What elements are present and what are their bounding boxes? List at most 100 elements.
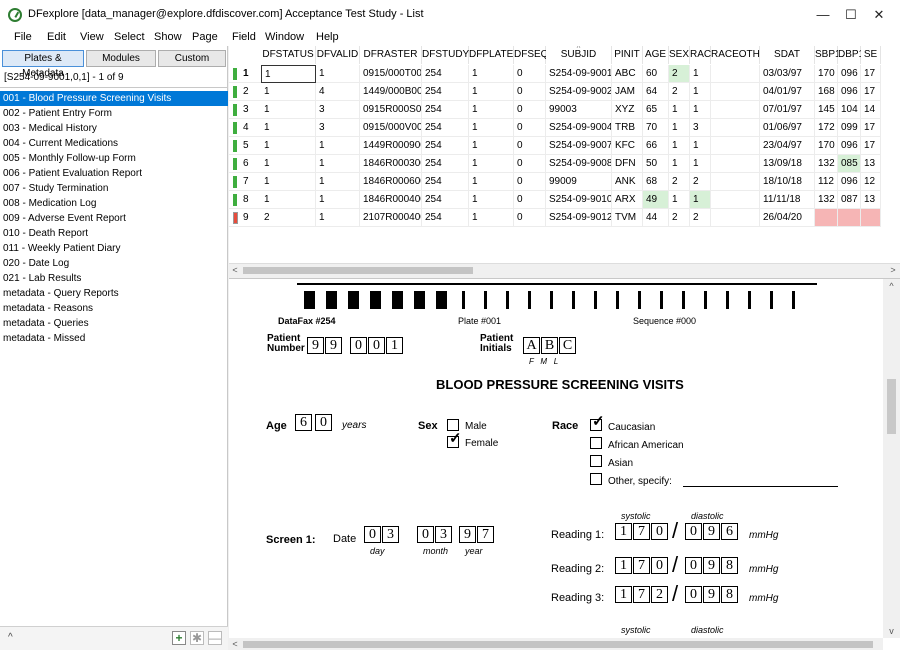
table-cell[interactable]: 01/06/97 (760, 119, 815, 137)
table-cell[interactable]: 17 (861, 137, 881, 155)
table-cell[interactable]: 1 (469, 173, 514, 191)
table-cell[interactable]: 1 (669, 191, 690, 209)
row-header[interactable]: 7 (229, 173, 261, 191)
table-cell[interactable]: 1 (690, 191, 711, 209)
table-cell[interactable] (711, 155, 760, 173)
date-digit[interactable]: 3 (382, 526, 399, 543)
menu-page[interactable]: Page (192, 31, 218, 43)
table-cell[interactable]: 1 (469, 137, 514, 155)
table-cell[interactable]: S254-09-9001 (546, 65, 612, 83)
table-cell[interactable]: 0 (514, 101, 546, 119)
column-header[interactable]: SEX (669, 46, 690, 64)
patient-initial-box[interactable]: A (523, 337, 540, 354)
close-button[interactable]: ✕ (858, 0, 900, 30)
sidebar-item[interactable]: metadata - Missed (0, 331, 228, 346)
table-cell[interactable] (711, 65, 760, 83)
age-digit[interactable]: 6 (295, 414, 312, 431)
table-cell[interactable]: 087 (838, 191, 861, 209)
table-cell[interactable]: 096 (838, 137, 861, 155)
table-cell[interactable]: 172 (815, 119, 838, 137)
table-cell[interactable]: 1 (469, 119, 514, 137)
scroll-down-icon[interactable]: v (883, 624, 900, 638)
table-cell[interactable]: 1 (316, 191, 360, 209)
table-cell[interactable]: 254 (422, 101, 469, 119)
table-cell[interactable] (711, 173, 760, 191)
table-cell[interactable]: 254 (422, 173, 469, 191)
sidebar-item[interactable]: 021 - Lab Results (0, 271, 228, 286)
menu-show[interactable]: Show (154, 31, 182, 43)
menu-view[interactable]: View (80, 31, 104, 43)
table-cell[interactable]: 17 (861, 65, 881, 83)
table-cell[interactable]: 0 (514, 83, 546, 101)
sidebar-item[interactable]: metadata - Reasons (0, 301, 228, 316)
sidebar-item[interactable]: metadata - Queries (0, 316, 228, 331)
table-cell[interactable]: 168 (815, 83, 838, 101)
table-cell[interactable]: 1846R0004001 (360, 191, 422, 209)
table-cell[interactable]: 254 (422, 137, 469, 155)
table-cell[interactable] (711, 209, 760, 227)
table-cell[interactable]: 170 (815, 65, 838, 83)
race-option-checkbox[interactable] (590, 455, 602, 467)
table-cell[interactable]: S254-09-9004 (546, 119, 612, 137)
menu-select[interactable]: Select (114, 31, 145, 43)
table-cell[interactable]: 099 (838, 119, 861, 137)
column-header[interactable]: DFSTUDY (422, 46, 469, 64)
table-cell[interactable]: 1 (469, 191, 514, 209)
table-cell[interactable]: 0 (514, 209, 546, 227)
race-option-checkbox[interactable] (590, 473, 602, 485)
table-cell[interactable]: ABC (612, 65, 643, 83)
table-cell[interactable]: 132 (815, 155, 838, 173)
table-cell[interactable]: 254 (422, 83, 469, 101)
grid-scroll-thumb[interactable] (243, 267, 473, 274)
diastolic-digit[interactable]: 8 (721, 557, 738, 574)
date-digit[interactable]: 3 (435, 526, 452, 543)
table-cell[interactable]: 14 (861, 101, 881, 119)
sidebar-item[interactable]: 007 - Study Termination (0, 181, 228, 196)
table-cell[interactable]: 1 (316, 137, 360, 155)
row-header[interactable]: 6 (229, 155, 261, 173)
table-cell[interactable]: 60 (643, 65, 669, 83)
row-header[interactable]: 9 (229, 209, 261, 227)
table-cell[interactable] (815, 209, 838, 227)
sidebar-item[interactable]: 011 - Weekly Patient Diary (0, 241, 228, 256)
table-cell[interactable]: ARX (612, 191, 643, 209)
table-cell[interactable]: 1 (669, 119, 690, 137)
table-cell[interactable]: 112 (815, 173, 838, 191)
table-cell[interactable]: 1 (316, 209, 360, 227)
systolic-digit[interactable]: 7 (633, 586, 650, 603)
table-cell[interactable]: 3 (316, 101, 360, 119)
row-header[interactable]: 8 (229, 191, 261, 209)
table-cell[interactable] (711, 137, 760, 155)
sidebar-item[interactable]: 008 - Medication Log (0, 196, 228, 211)
table-cell[interactable]: 70 (643, 119, 669, 137)
table-cell[interactable]: 2 (669, 65, 690, 83)
table-cell[interactable]: 0 (514, 191, 546, 209)
table-cell[interactable]: 1449/000B002 (360, 83, 422, 101)
table-cell[interactable]: 1 (316, 173, 360, 191)
table-cell[interactable]: 254 (422, 119, 469, 137)
systolic-digit[interactable]: 7 (633, 523, 650, 540)
column-header[interactable]: SDAT (760, 46, 815, 64)
table-cell[interactable]: 64 (643, 83, 669, 101)
table-cell[interactable] (838, 209, 861, 227)
table-cell[interactable]: 0 (514, 155, 546, 173)
table-cell[interactable]: 0 (514, 65, 546, 83)
grid-horizontal-scrollbar[interactable]: < > (229, 263, 900, 276)
table-cell[interactable]: 11/11/18 (760, 191, 815, 209)
table-cell[interactable]: 13/09/18 (760, 155, 815, 173)
row-header[interactable]: 1 (229, 65, 261, 83)
table-cell[interactable]: 170 (815, 137, 838, 155)
row-header[interactable]: 4 (229, 119, 261, 137)
table-cell[interactable]: 096 (838, 83, 861, 101)
tab-custom[interactable]: Custom (158, 50, 226, 67)
table-cell[interactable] (711, 119, 760, 137)
table-cell[interactable]: 2 (261, 209, 316, 227)
table-cell[interactable]: 2 (669, 173, 690, 191)
table-cell[interactable]: 132 (815, 191, 838, 209)
sidebar-item[interactable]: 010 - Death Report (0, 226, 228, 241)
table-cell[interactable]: 1 (690, 83, 711, 101)
systolic-digit[interactable]: 7 (633, 557, 650, 574)
table-cell[interactable]: 1 (469, 83, 514, 101)
table-cell[interactable]: 68 (643, 173, 669, 191)
patient-initial-box[interactable]: C (559, 337, 576, 354)
